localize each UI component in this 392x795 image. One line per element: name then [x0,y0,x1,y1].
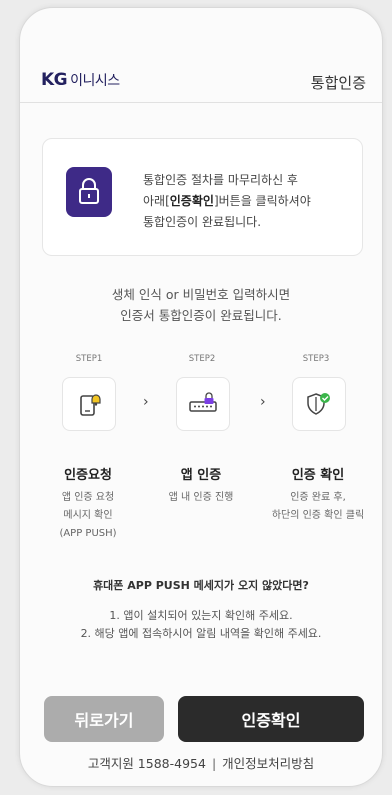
phone-notification-icon [62,377,116,431]
footer: 고객지원 1588-4954 | 개인정보처리방침 [20,753,382,772]
confirm-auth-button[interactable]: 인증확인 [178,696,364,742]
step-separator-2: › [260,394,266,410]
step3-desc-line1: 인증 완료 후, [290,492,346,503]
password-lock-icon [176,377,230,431]
header: KG 이니시스 통합인증 [20,60,382,100]
shield-check-icon [292,377,346,431]
step1-desc-line3: (APP PUSH) [59,528,117,539]
footer-separator: | [211,756,217,771]
bio-line1: 생체 인식 or 비밀번호 입력하시면 [111,287,291,302]
page-title: 통합인증 [310,74,366,92]
privacy-policy-link[interactable]: 개인정보처리방침 [222,756,314,771]
push-help-list: 1. 앱이 설치되어 있는지 확인해 주세요. 2. 해당 앱에 접속하시어 알… [20,607,382,643]
header-divider [20,102,382,103]
logo-brand: KG [41,70,68,90]
notice-card: 통합인증 절차를 마무리하신 후 아래[인증확인]버튼을 클릭하셔야 통합인증이… [42,138,363,256]
step1-desc: 앱 인증 요청 메시지 확인 (APP PUSH) [23,489,153,543]
notice-line2-prefix: 아래[ [143,194,170,208]
step3-title: 인증 확인 [291,468,345,483]
notice-line2: 아래[인증확인]버튼을 클릭하셔야 [143,191,353,212]
step2-desc: 앱 내 인증 진행 [136,489,266,507]
step1-desc-line1: 앱 인증 요청 [61,492,115,503]
step3-label: STEP3 [302,354,330,364]
bio-line2: 인증서 통합인증이 완료됩니다. [120,308,282,323]
step1-title: 인증요청 [64,468,112,483]
push-help-item: 1. 앱이 설치되어 있는지 확인해 주세요. [109,609,293,622]
biometric-guide: 생체 인식 or 비밀번호 입력하시면 인증서 통합인증이 완료됩니다. [20,284,382,326]
back-button[interactable]: 뒤로가기 [44,696,164,742]
logo-name: 이니시스 [70,73,120,89]
customer-support-link[interactable]: 고객지원 1588-4954 [88,756,206,771]
push-help-item: 2. 해당 앱에 접속하시어 알림 내역을 확인해 주세요. [80,627,322,640]
notice-line2-bold: 인증확인 [169,194,214,208]
notice-line2-suffix: ]버튼을 클릭하셔야 [213,194,311,208]
step2-label: STEP2 [188,354,216,364]
phone-frame: KG 이니시스 통합인증 통합인증 절차를 마무리하신 후 아래[인증확인]버튼을… [19,7,383,787]
notice-line3: 통합인증이 완료됩니다. [143,215,262,229]
notice-text: 통합인증 절차를 마무리하신 후 아래[인증확인]버튼을 클릭하셔야 통합인증이… [143,170,353,233]
lock-icon [66,167,112,217]
push-help-question: 휴대폰 APP PUSH 메세지가 오지 않았다면? [93,579,309,592]
step2-title: 앱 인증 [180,468,222,483]
step3-desc: 인증 완료 후, 하단의 인증 확인 클릭 [253,489,382,525]
step2-desc-line1: 앱 내 인증 진행 [168,492,234,503]
step1-label: STEP1 [75,354,103,364]
step-separator-1: › [143,394,149,410]
step1-desc-line2: 메시지 확인 [63,510,113,521]
notice-line1: 통합인증 절차를 마무리하신 후 [143,173,298,187]
step3-desc-line2: 하단의 인증 확인 클릭 [271,510,365,521]
kg-inicis-logo: KG 이니시스 [41,70,120,90]
